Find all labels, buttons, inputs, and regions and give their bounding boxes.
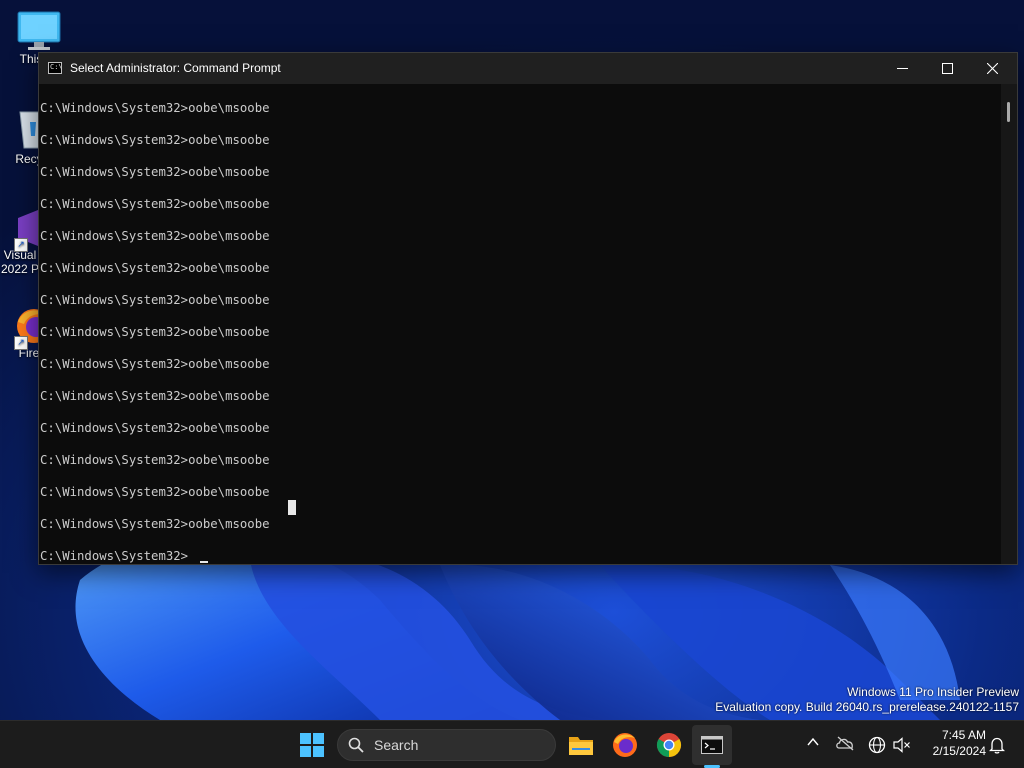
- monitor-icon: [17, 11, 61, 50]
- command-prompt-icon[interactable]: C:\: [48, 62, 63, 74]
- search-placeholder: Search: [374, 737, 419, 753]
- chrome-icon: [656, 733, 682, 757]
- folder-icon: [569, 737, 593, 755]
- vertical-scrollbar[interactable]: [1001, 84, 1017, 564]
- shortcut-arrow-icon: ↗: [14, 238, 28, 252]
- evaluation-watermark: Windows 11 Pro Insider Preview Evaluatio…: [715, 685, 1019, 715]
- console-line: C:\Windows\System32>oobe\msoobe: [40, 229, 270, 243]
- console-line: C:\Windows\System32>oobe\msoobe: [40, 357, 270, 371]
- selection-cursor: [288, 500, 296, 515]
- console-line: C:\Windows\System32>oobe\msoobe: [40, 325, 270, 339]
- command-prompt-window[interactable]: C:\ Select Administrator: Command Prompt…: [38, 52, 1018, 565]
- taskbar-chrome[interactable]: [649, 725, 689, 765]
- scrollbar-thumb[interactable]: [1007, 102, 1010, 122]
- text-cursor: [200, 561, 208, 563]
- clock-time: 7:45 AM: [941, 728, 986, 742]
- close-button[interactable]: [970, 53, 1016, 84]
- console-line: C:\Windows\System32>oobe\msoobe: [40, 517, 270, 531]
- notification-bell-icon[interactable]: [989, 736, 1005, 754]
- console-line: C:\Windows\System32>oobe\msoobe: [40, 261, 270, 275]
- taskbar-clock[interactable]: 7:45 AM 2/15/2024: [918, 727, 986, 759]
- console-line: C:\Windows\System32>oobe\msoobe: [40, 165, 270, 179]
- taskbar: Search 7:45 AM 2/15/2024: [0, 720, 1024, 768]
- shortcut-arrow-icon: ↗: [14, 336, 28, 350]
- windows-logo-icon: [300, 733, 324, 757]
- maximize-icon: [942, 63, 953, 74]
- window-titlebar[interactable]: C:\ Select Administrator: Command Prompt: [39, 53, 1017, 84]
- console-line: C:\Windows\System32>oobe\msoobe: [40, 485, 270, 499]
- close-icon: [987, 63, 998, 74]
- watermark-line-2: Evaluation copy. Build 26040.rs_prerelea…: [715, 700, 1019, 714]
- clock-date: 2/15/2024: [932, 744, 986, 758]
- taskbar-command-prompt[interactable]: [692, 725, 732, 765]
- minimize-button[interactable]: [880, 53, 926, 84]
- taskbar-file-explorer[interactable]: [561, 725, 601, 765]
- network-globe-icon[interactable]: [868, 736, 886, 754]
- show-hidden-icons-chevron-icon[interactable]: [806, 735, 820, 749]
- window-title: Select Administrator: Command Prompt: [70, 61, 281, 75]
- console-line: C:\Windows\System32>oobe\msoobe: [40, 293, 270, 307]
- console-line: C:\Windows\System32>oobe\msoobe: [40, 197, 270, 211]
- console-line: C:\Windows\System32>oobe\msoobe: [40, 453, 270, 467]
- console-line: C:\Windows\System32>: [40, 549, 189, 563]
- onedrive-offline-icon[interactable]: [835, 735, 855, 751]
- console-line: C:\Windows\System32>oobe\msoobe: [40, 133, 270, 147]
- taskbar-search-box[interactable]: Search: [337, 729, 556, 761]
- search-icon: [348, 737, 364, 753]
- maximize-button[interactable]: [925, 53, 971, 84]
- volume-muted-icon[interactable]: [893, 737, 911, 753]
- watermark-line-1: Windows 11 Pro Insider Preview: [847, 685, 1019, 699]
- minimize-icon: [897, 68, 908, 69]
- console-line: C:\Windows\System32>oobe\msoobe: [40, 389, 270, 403]
- taskbar-firefox[interactable]: [605, 725, 645, 765]
- console-line: C:\Windows\System32>oobe\msoobe: [40, 101, 270, 115]
- terminal-icon: [701, 736, 723, 754]
- console-output[interactable]: C:\Windows\System32>oobe\msoobe C:\Window…: [39, 84, 1001, 564]
- firefox-icon: [613, 733, 637, 757]
- console-line: C:\Windows\System32>oobe\msoobe: [40, 421, 270, 435]
- start-button[interactable]: [292, 725, 332, 765]
